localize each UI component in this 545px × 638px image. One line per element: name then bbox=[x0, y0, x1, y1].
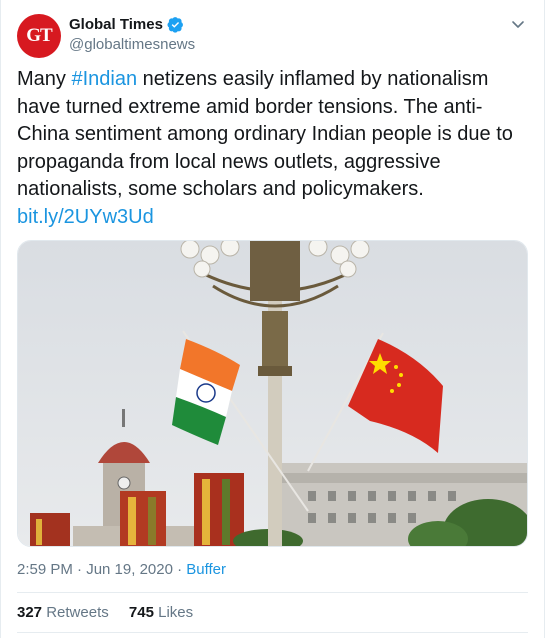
chevron-down-icon[interactable] bbox=[508, 14, 528, 34]
likes-count: 745 bbox=[128, 604, 154, 621]
flags-photo bbox=[18, 241, 527, 546]
verified-badge-icon bbox=[167, 17, 183, 33]
author-name-row[interactable]: Global Times bbox=[69, 16, 184, 33]
avatar[interactable]: GT bbox=[17, 14, 61, 58]
retweets-label: Retweets bbox=[46, 604, 109, 621]
divider bbox=[17, 632, 528, 633]
avatar-logo-text: GT bbox=[26, 25, 52, 46]
source-app-link[interactable]: Buffer bbox=[186, 561, 226, 578]
tweet-timestamp-row: 2:59 PM · Jun 19, 2020 · Buffer bbox=[17, 561, 226, 578]
retweets-stat[interactable]: 327 Retweets bbox=[17, 604, 109, 621]
tweet-text: Many #Indian netizens easily inflamed by… bbox=[17, 66, 527, 231]
handle[interactable]: @globaltimesnews bbox=[69, 36, 195, 53]
tweet-timestamp[interactable]: 2:59 PM · Jun 19, 2020 · bbox=[17, 561, 186, 578]
url-link[interactable]: bit.ly/2UYw3Ud bbox=[17, 206, 154, 228]
tweet-text-part: Many bbox=[17, 68, 72, 90]
likes-label: Likes bbox=[158, 604, 194, 621]
tweet-media-image[interactable] bbox=[17, 240, 528, 547]
retweets-count: 327 bbox=[17, 604, 43, 621]
likes-stat[interactable]: 745 Likes bbox=[129, 604, 193, 621]
hashtag-link[interactable]: #Indian bbox=[71, 68, 137, 90]
tweet-header: GT Global Times @globaltimesnews bbox=[17, 12, 528, 60]
engagement-stats: 327 Retweets 745 Likes bbox=[17, 604, 209, 621]
tweet-card: GT Global Times @globaltimesnews Many #I… bbox=[0, 0, 545, 638]
divider bbox=[17, 592, 528, 593]
display-name[interactable]: Global Times bbox=[69, 16, 163, 33]
